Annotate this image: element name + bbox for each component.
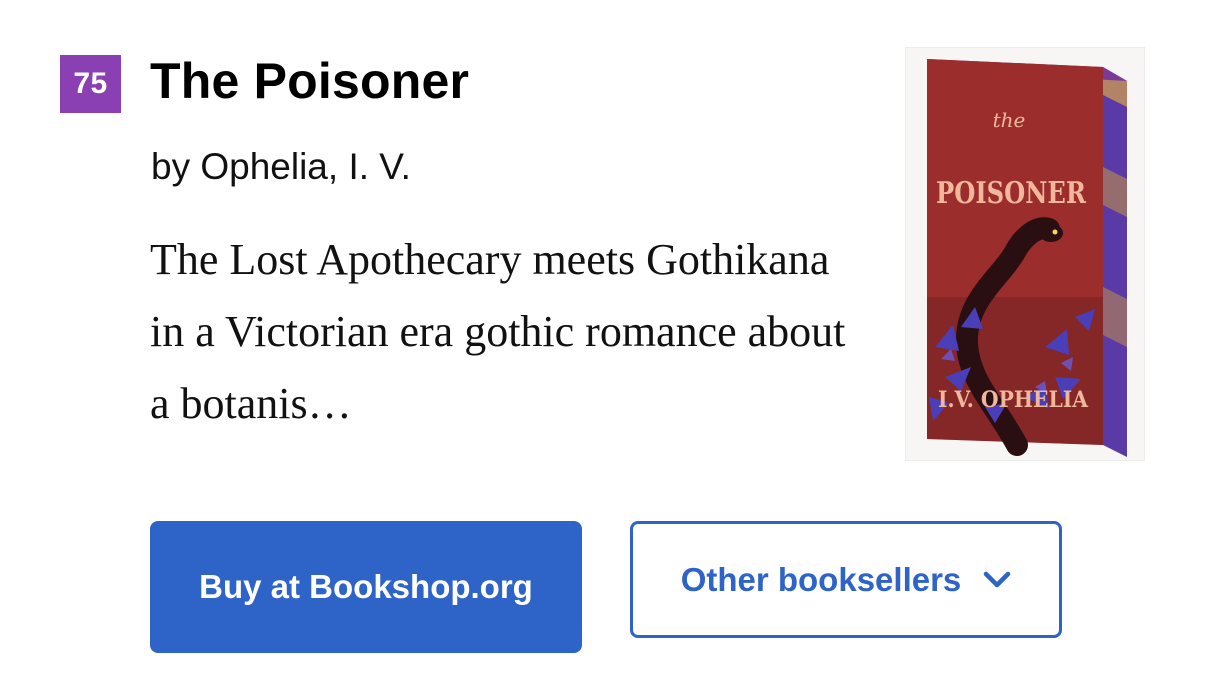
buy-bookshop-button[interactable]: Buy at Bookshop.org	[150, 521, 582, 653]
other-booksellers-label: Other booksellers	[680, 560, 962, 598]
other-booksellers-button[interactable]: Other booksellers	[630, 521, 1062, 638]
book-cover-art: the POISONER I.V. OPHELIA	[927, 59, 1127, 457]
rank-badge: 75	[60, 55, 121, 113]
book-title[interactable]: The Poisoner	[150, 52, 469, 110]
book-author: by Ophelia, I. V.	[151, 146, 411, 187]
cover-title-small: the	[993, 108, 1026, 132]
serpent-eye	[1052, 229, 1058, 235]
cover-author-name: I.V. OPHELIA	[938, 387, 1089, 413]
book-cover[interactable]: the POISONER I.V. OPHELIA	[905, 47, 1145, 461]
buy-bookshop-label: Buy at Bookshop.org	[199, 568, 533, 605]
cover-spine-edge	[1103, 67, 1127, 457]
cover-title-main: POISONER	[936, 176, 1087, 211]
book-description: The Lost Apothecary meets Gothikana in a…	[150, 235, 846, 428]
chevron-down-icon	[984, 571, 1011, 587]
